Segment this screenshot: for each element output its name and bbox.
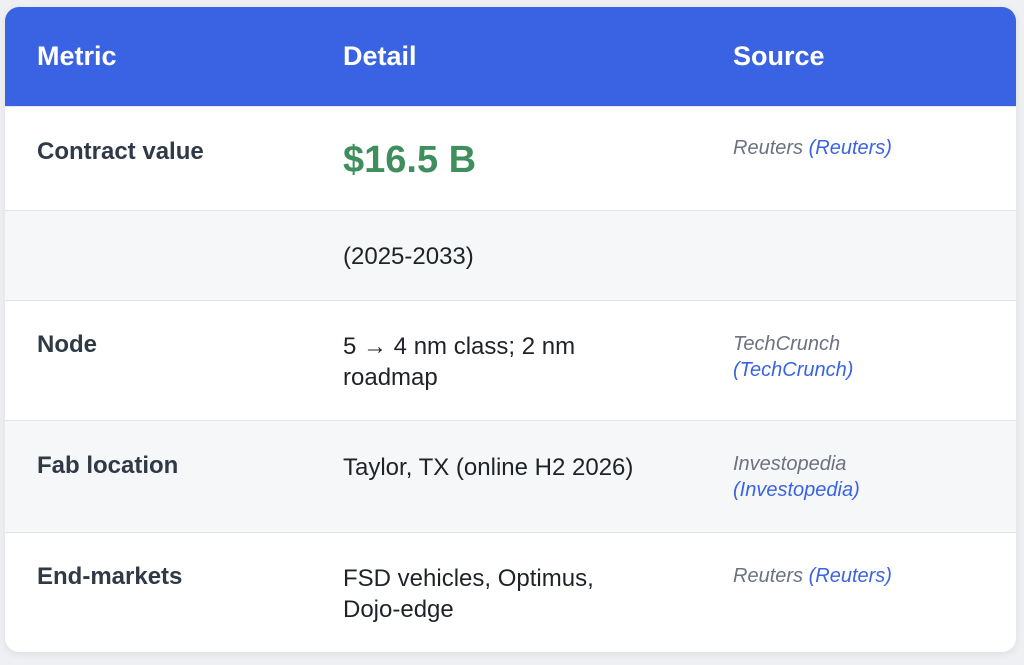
detail-cell: FSD vehicles, Optimus, Dojo-edge: [343, 564, 594, 623]
data-table-card: Metric Detail Source Contract value $16.…: [5, 7, 1016, 652]
table-row: Node 5 → 4 nm class; 2 nm roadmap TechCr…: [5, 300, 1016, 420]
source-cell: Investopedia (Investopedia): [701, 420, 1016, 532]
table-row: (2025-2033): [5, 210, 1016, 300]
source-link[interactable]: (TechCrunch): [733, 359, 853, 381]
metric-cell: [5, 210, 311, 300]
detail-cell: Taylor, TX (online H2 2026): [343, 453, 634, 481]
source-cell: [701, 210, 1016, 300]
table-row: Contract value $16.5 B Reuters (Reuters): [5, 106, 1016, 210]
source-cell: TechCrunch (TechCrunch): [701, 300, 1016, 420]
metrics-table: Metric Detail Source Contract value $16.…: [5, 7, 1016, 652]
metric-cell: Fab location: [37, 451, 179, 479]
source-name: TechCrunch: [733, 332, 841, 355]
source-cell: Reuters (Reuters): [701, 106, 1016, 210]
source-link[interactable]: (Reuters): [809, 565, 892, 587]
table-row: Fab location Taylor, TX (online H2 2026)…: [5, 420, 1016, 532]
table-header-row: Metric Detail Source: [5, 7, 1016, 106]
detail-cell: 5 → 4 nm class; 2 nm roadmap: [343, 332, 576, 391]
contract-value: $16.5 B: [343, 138, 477, 181]
metric-cell: End-markets: [37, 562, 183, 590]
source-name: Investopedia: [733, 452, 847, 475]
source-cell: Reuters (Reuters): [701, 532, 1016, 652]
source-link[interactable]: (Investopedia): [733, 479, 860, 501]
detail-cell: $16.5 B: [311, 106, 701, 210]
table-row: End-markets FSD vehicles, Optimus, Dojo-…: [5, 532, 1016, 652]
detail-cell: (2025-2033): [343, 242, 474, 270]
header-detail: Detail: [343, 40, 417, 71]
source-link[interactable]: (Reuters): [809, 137, 892, 159]
metric-cell: Node: [37, 330, 97, 358]
header-metric: Metric: [37, 40, 117, 71]
source-name: Reuters: [733, 136, 804, 159]
source-name: Reuters: [733, 564, 804, 587]
metric-cell: Contract value: [37, 137, 204, 165]
header-source: Source: [733, 40, 825, 71]
